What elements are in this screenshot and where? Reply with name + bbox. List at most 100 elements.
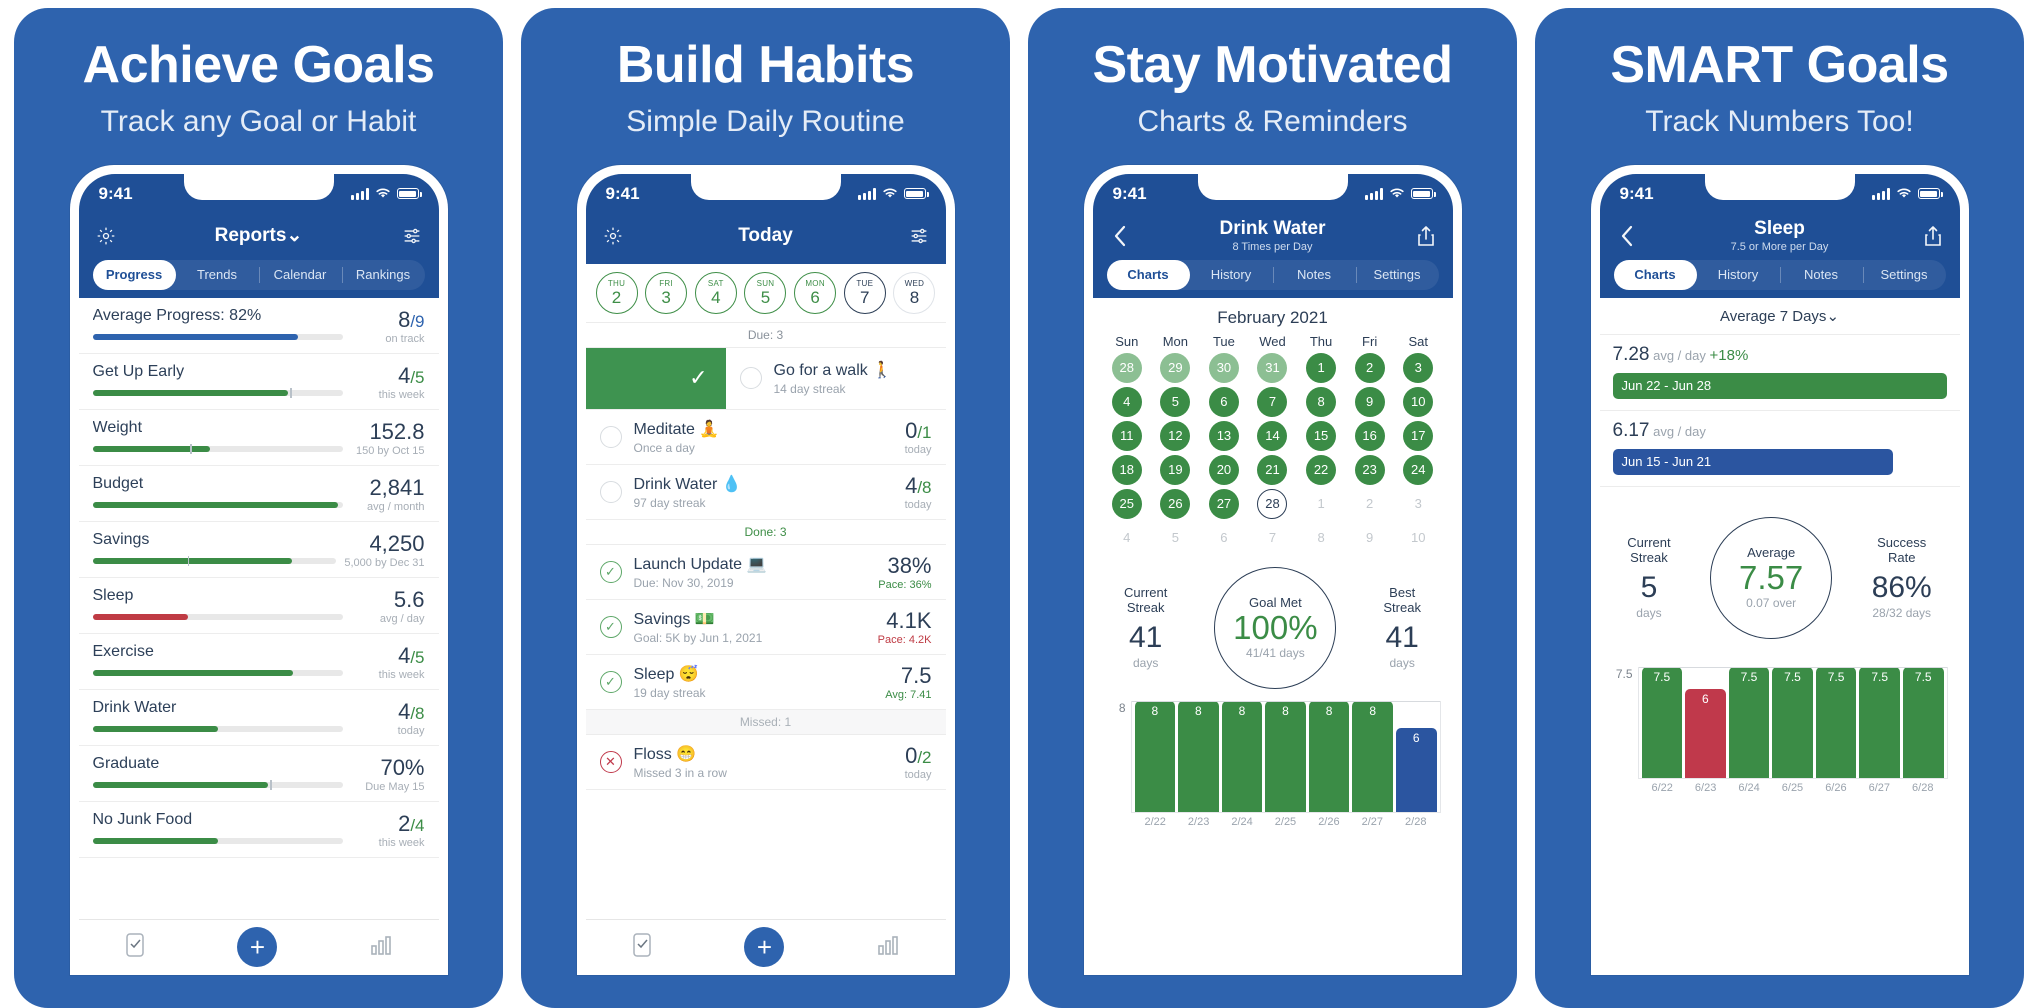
checklist-icon[interactable] — [124, 932, 146, 963]
average-row[interactable]: 6.17 avg / day Jun 15 - Jun 21 — [1599, 411, 1960, 487]
calendar-day-cell[interactable]: 10 — [1403, 386, 1434, 417]
calendar-day-cell[interactable]: 4 — [1112, 523, 1142, 553]
habit-row[interactable]: ✓ Sleep 😴 19 day streak 7.5 Avg: 7.41 — [585, 655, 946, 710]
add-button[interactable]: + — [744, 927, 785, 968]
tab-history[interactable]: History — [1697, 260, 1780, 290]
calendar-day-cell[interactable]: 8 — [1306, 523, 1336, 553]
complete-swipe-action[interactable]: ✓ — [585, 347, 726, 409]
progress-row[interactable]: Budget 2,841 avg / month — [78, 466, 439, 522]
progress-row[interactable]: Get Up Early 4/5 this week — [78, 354, 439, 410]
calendar-day-cell[interactable]: 2 — [1354, 352, 1385, 383]
calendar-day-cell[interactable]: 28 — [1111, 352, 1142, 383]
week-day[interactable]: MON 6 — [794, 271, 837, 314]
progress-row[interactable]: Savings 4,250 5,000 by Dec 31 — [78, 522, 439, 578]
calendar-day-cell[interactable]: 22 — [1306, 454, 1337, 485]
calendar-day-cell[interactable]: 26 — [1160, 488, 1191, 519]
habit-row[interactable]: ✓ Savings 💵 Goal: 5K by Jun 1, 2021 4.1K Pac… — [585, 600, 946, 655]
checklist-icon[interactable] — [631, 932, 653, 963]
tab-notes[interactable]: Notes — [1272, 260, 1356, 290]
calendar-day-cell[interactable]: 20 — [1208, 454, 1239, 485]
calendar-day-cell[interactable]: 2 — [1355, 489, 1385, 519]
average-row[interactable]: 7.28 avg / day +18% Jun 22 - Jun 28 — [1599, 335, 1960, 411]
calendar-day-cell[interactable]: 29 — [1160, 352, 1191, 383]
week-day[interactable]: THU 2 — [595, 271, 638, 314]
tab-calendar[interactable]: Calendar — [258, 260, 342, 290]
tab-progress[interactable]: Progress — [92, 259, 176, 290]
tab-history[interactable]: History — [1190, 260, 1273, 290]
checkbox-unchecked-icon[interactable] — [599, 480, 622, 503]
bar-chart-icon[interactable] — [876, 934, 900, 961]
tab-settings[interactable]: Settings — [1355, 260, 1439, 290]
calendar-day-cell[interactable]: 5 — [1160, 523, 1190, 553]
sliders-icon[interactable] — [399, 227, 425, 245]
calendar-day-cell[interactable]: 9 — [1354, 386, 1385, 417]
calendar-day-cell[interactable]: 24 — [1403, 454, 1434, 485]
calendar-day-cell[interactable]: 11 — [1111, 420, 1142, 451]
progress-row[interactable]: No Junk Food 2/4 this week — [78, 802, 439, 858]
calendar-day-cell[interactable]: 15 — [1306, 420, 1337, 451]
progress-row[interactable]: Average Progress: 82% 8/9 on track — [78, 298, 439, 354]
tab-charts[interactable]: Charts — [1106, 259, 1190, 290]
calendar-day-cell[interactable]: 10 — [1403, 523, 1433, 553]
calendar-day-cell[interactable]: 9 — [1355, 523, 1385, 553]
calendar-day-cell[interactable]: 4 — [1111, 386, 1142, 417]
calendar-day-cell[interactable]: 18 — [1111, 454, 1142, 485]
progress-row[interactable]: Drink Water 4/8 today — [78, 690, 439, 746]
calendar-day-cell[interactable]: 7 — [1257, 386, 1288, 417]
calendar-day-cell[interactable]: 16 — [1354, 420, 1385, 451]
average-period-selector[interactable]: Average 7 Days⌄ — [1599, 298, 1960, 335]
bar-chart-icon[interactable] — [369, 934, 393, 961]
calendar-day-cell[interactable]: 8 — [1306, 386, 1337, 417]
calendar-day-cell[interactable]: 6 — [1208, 386, 1239, 417]
calendar-day-cell[interactable]: 27 — [1208, 488, 1239, 519]
back-chevron-icon[interactable] — [1107, 225, 1133, 247]
calendar-day-cell[interactable]: 3 — [1403, 352, 1434, 383]
page-title[interactable]: Reports⌄ — [119, 224, 399, 247]
add-button[interactable]: + — [237, 927, 278, 968]
habit-row[interactable]: ✓ Launch Update 💻 Due: Nov 30, 2019 38% Pace… — [585, 545, 946, 600]
calendar-day-cell[interactable]: 3 — [1403, 489, 1433, 519]
progress-row[interactable]: Sleep 5.6 avg / day — [78, 578, 439, 634]
calendar-day-cell[interactable]: 7 — [1257, 523, 1287, 553]
week-day[interactable]: TUE 7 — [843, 271, 886, 314]
calendar-day-cell[interactable]: 25 — [1111, 488, 1142, 519]
gear-icon[interactable] — [600, 226, 626, 246]
calendar-day-cell[interactable]: 1 — [1306, 489, 1336, 519]
calendar-day-cell[interactable]: 19 — [1160, 454, 1191, 485]
calendar-day-cell[interactable]: 31 — [1257, 352, 1288, 383]
calendar-day-cell[interactable]: 17 — [1403, 420, 1434, 451]
tab-notes[interactable]: Notes — [1779, 260, 1863, 290]
calendar-day-cell[interactable]: 21 — [1257, 454, 1288, 485]
calendar-day-cell[interactable]: 14 — [1257, 420, 1288, 451]
habit-row[interactable]: Drink Water 💧 97 day streak 4/8 today — [585, 465, 946, 520]
sliders-icon[interactable] — [906, 227, 932, 245]
week-day[interactable]: SUN 5 — [744, 271, 787, 314]
checkbox-missed-icon[interactable]: ✕ — [599, 750, 622, 773]
checkbox-unchecked-icon[interactable] — [739, 367, 762, 390]
tab-charts[interactable]: Charts — [1613, 259, 1697, 290]
calendar-day-cell[interactable]: 30 — [1208, 352, 1239, 383]
week-day[interactable]: WED 8 — [893, 271, 936, 314]
habit-row[interactable]: Meditate 🧘 Once a day 0/1 today — [585, 410, 946, 465]
calendar-day-cell[interactable]: 6 — [1209, 523, 1239, 553]
habit-row[interactable]: ✕ Floss 😁 Missed 3 in a row 0/2 today — [585, 735, 946, 790]
tab-settings[interactable]: Settings — [1862, 260, 1946, 290]
checkbox-checked-icon[interactable]: ✓ — [599, 615, 622, 638]
week-day[interactable]: SAT 4 — [694, 271, 737, 314]
calendar-day-cell[interactable]: 5 — [1160, 386, 1191, 417]
calendar-day-cell[interactable]: 23 — [1354, 454, 1385, 485]
progress-row[interactable]: Weight 152.8 150 by Oct 15 — [78, 410, 439, 466]
progress-row[interactable]: Exercise 4/5 this week — [78, 634, 439, 690]
calendar-day-cell[interactable]: 12 — [1160, 420, 1191, 451]
progress-row[interactable]: Graduate 70% Due May 15 — [78, 746, 439, 802]
tab-trends[interactable]: Trends — [176, 260, 259, 290]
tab-rankings[interactable]: Rankings — [341, 260, 425, 290]
checkbox-unchecked-icon[interactable] — [599, 425, 622, 448]
checkbox-checked-icon[interactable]: ✓ — [599, 560, 622, 583]
checkbox-checked-icon[interactable]: ✓ — [599, 670, 622, 693]
habit-row-swiped[interactable]: ✓ Go for a walk 🚶 14 day streak — [585, 347, 946, 410]
week-day[interactable]: FRI 3 — [645, 271, 688, 314]
calendar-day-cell[interactable]: 28 — [1257, 488, 1288, 519]
share-icon[interactable] — [1413, 225, 1439, 247]
back-chevron-icon[interactable] — [1614, 225, 1640, 247]
